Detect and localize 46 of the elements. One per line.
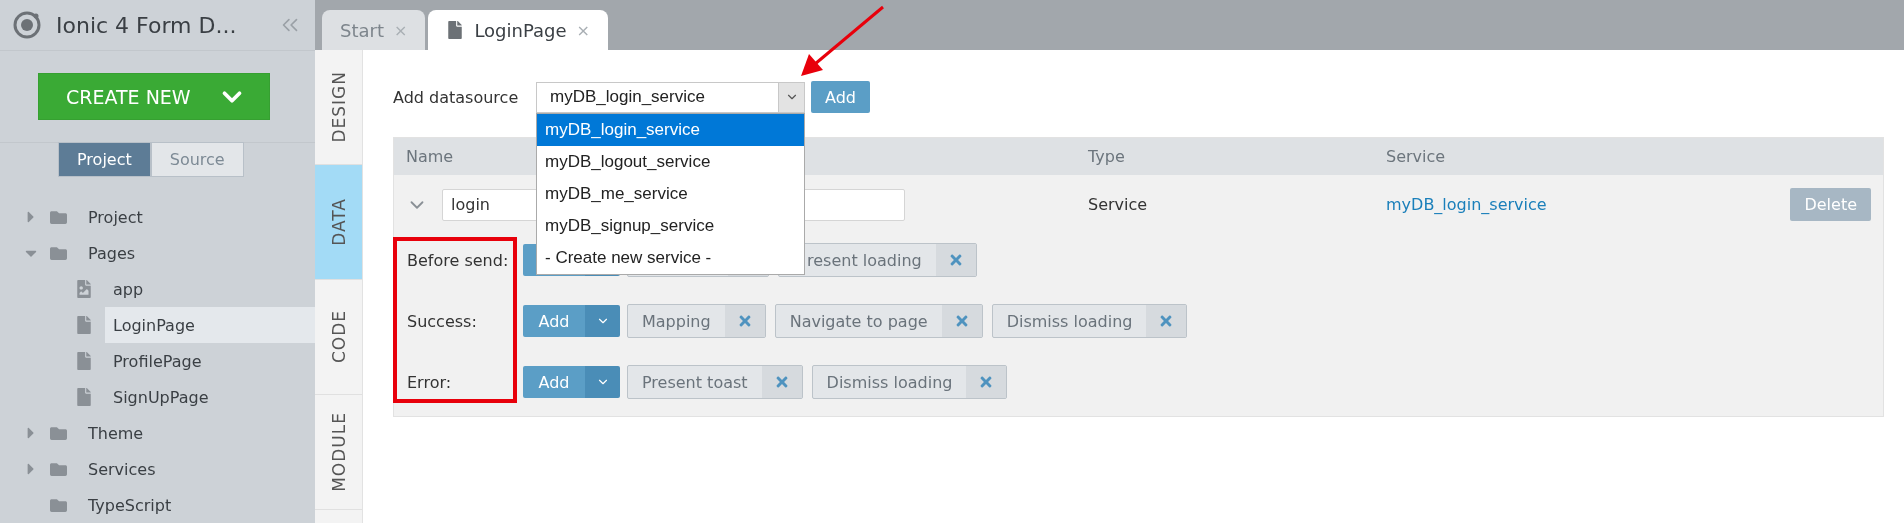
dropdown-option[interactable]: myDB_login_service bbox=[537, 113, 804, 146]
action-tag[interactable]: Navigate to page bbox=[774, 304, 983, 338]
tree-item[interactable]: Theme bbox=[80, 417, 152, 449]
service-link[interactable]: myDB_login_service bbox=[1374, 195, 1791, 214]
event-label: Before send: bbox=[407, 250, 509, 270]
logo-icon bbox=[12, 10, 42, 40]
image-file-icon bbox=[75, 280, 93, 298]
event-label: Success: bbox=[407, 311, 477, 331]
action-tag[interactable]: Mapping bbox=[627, 304, 766, 338]
tree-item[interactable]: Pages bbox=[80, 237, 144, 269]
file-icon bbox=[75, 388, 93, 406]
tree-item[interactable]: Services bbox=[80, 453, 164, 485]
event-label: Error: bbox=[407, 372, 452, 392]
file-icon bbox=[75, 316, 93, 334]
action-tag[interactable]: Dismiss loading bbox=[991, 304, 1188, 338]
datasource-label: Add datasource bbox=[393, 87, 520, 107]
column-header: Service bbox=[1386, 147, 1446, 166]
folder-icon bbox=[50, 244, 67, 262]
tree-item[interactable]: ProfilePage bbox=[105, 343, 315, 379]
project-title: Ionic 4 Form D... bbox=[56, 12, 238, 38]
action-tag[interactable]: Dismiss loading bbox=[811, 365, 1008, 399]
tree-item[interactable]: Project bbox=[80, 201, 151, 233]
tree-item[interactable]: TypeScript bbox=[80, 489, 180, 521]
tree-item[interactable]: SignUpPage bbox=[105, 379, 315, 415]
folder-icon bbox=[50, 496, 67, 514]
file-icon bbox=[75, 352, 93, 370]
column-header: Type bbox=[1088, 147, 1125, 166]
side-tab[interactable]: CODE bbox=[315, 280, 362, 395]
folder-icon bbox=[50, 460, 67, 478]
add-button[interactable]: Add bbox=[811, 81, 870, 113]
folder-icon bbox=[50, 424, 67, 442]
column-header: Name bbox=[406, 147, 454, 166]
side-tab[interactable]: DATA bbox=[315, 165, 362, 280]
action-tag[interactable]: Present toast bbox=[627, 365, 803, 399]
tree-item[interactable]: LoginPage bbox=[105, 307, 315, 343]
editor-tab[interactable]: LoginPage × bbox=[428, 10, 608, 50]
tree-item[interactable]: app bbox=[105, 271, 315, 307]
side-tab[interactable]: MODULE bbox=[315, 395, 362, 510]
editor-tab[interactable]: Start × bbox=[322, 10, 426, 50]
file-icon bbox=[446, 21, 465, 39]
folder-icon bbox=[50, 208, 67, 226]
type-cell-text: Service bbox=[1087, 195, 1149, 214]
view-tab[interactable]: Project bbox=[58, 142, 151, 177]
view-tab[interactable]: Source bbox=[150, 142, 244, 177]
create-new-button[interactable]: CREATE NEW bbox=[38, 73, 270, 120]
datasource-select[interactable]: myDB_login_service bbox=[536, 81, 805, 113]
